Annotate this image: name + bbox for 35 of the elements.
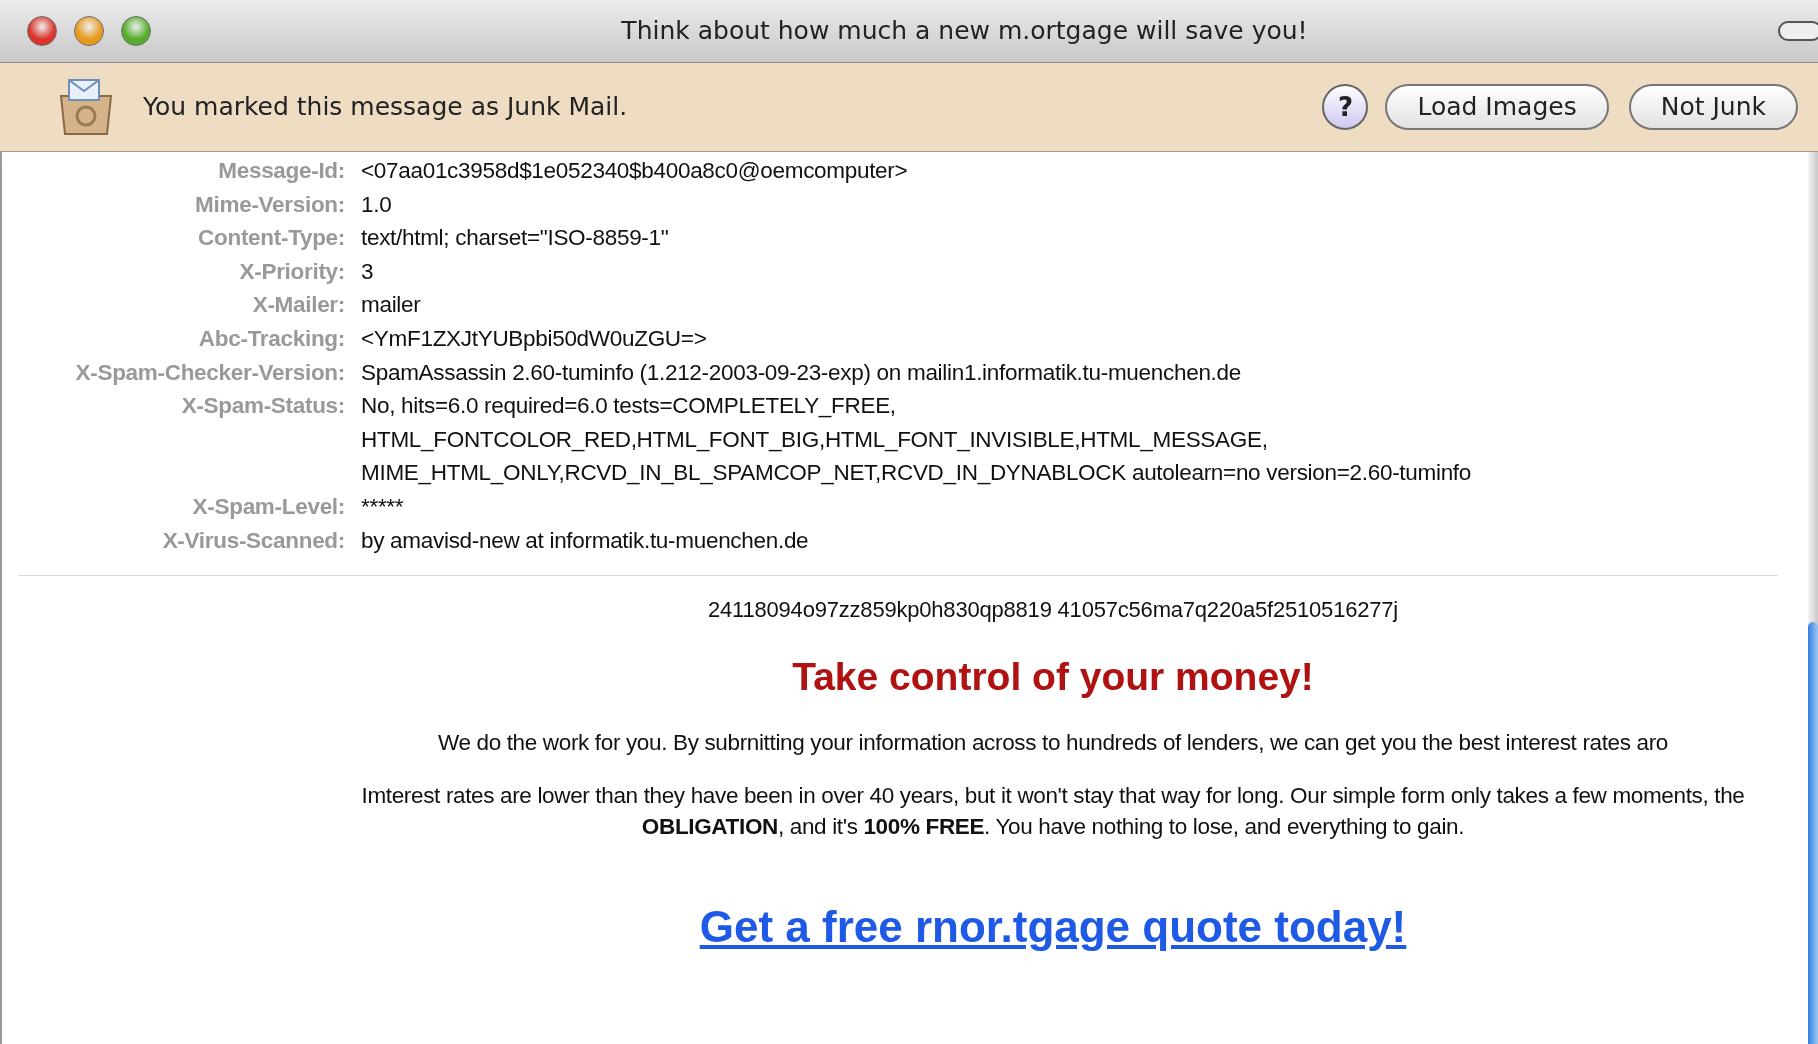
header-label: Message-Id: bbox=[217, 157, 346, 185]
help-button[interactable]: ? bbox=[1322, 84, 1369, 130]
header-value: 1.0 bbox=[361, 190, 392, 219]
header-label: Abc-Tracking: bbox=[197, 324, 346, 353]
header-value: SpamAssassin 2.60-tuminfo (1.212-2003-09-23-exp) on mailin1.informatik.tu-muenchen.de bbox=[361, 358, 1241, 387]
header-label: X-Spam-Status: bbox=[180, 392, 346, 421]
header-value: ***** bbox=[361, 492, 404, 521]
quote-link[interactable]: Get a free rnor.tgage quote today! bbox=[699, 893, 1407, 960]
header-value: No, hits=6.0 required=6.0 tests=COMPLETELY_FREE, HTML_FONTCOLOR_RED,HTML_FONT_BIG,HTML_FONT_INVISIBLE,HTML_MESSAGE, MIME_HTML_ONLY,RCVD_IN_BL_SPAMCOP_NET,RCVD_IN_DYNABLOCK autolearn=no version=2.60-tuminfo bbox=[361, 392, 1471, 488]
window-title: Think about how much a new m.ortgage will save you! bbox=[621, 15, 1308, 48]
load-images-button[interactable]: Load Images bbox=[1385, 84, 1609, 130]
scrollbar-thumb[interactable] bbox=[1808, 622, 1818, 1044]
header-value: 3 bbox=[361, 257, 374, 286]
zoom-button[interactable] bbox=[121, 16, 151, 46]
junk-message: You marked this message as Junk Mail. bbox=[143, 91, 629, 124]
header-value: by amavisd-new at informatik.tu-muenchen.de bbox=[361, 526, 809, 555]
header-label: Mime-Version: bbox=[194, 190, 346, 219]
headline: Take control of your money! bbox=[792, 654, 1314, 701]
body-paragraph: Imterest rates are lower than they have been in over 40 years, but it won't stay that way for long. Our simple form only takes a few moments, the OBLIGATION, and it's 100% FREE. You have nothing to lose, and everything to gain. bbox=[361, 781, 1745, 841]
toolbar-toggle-button[interactable] bbox=[1778, 21, 1818, 41]
close-button[interactable] bbox=[27, 16, 57, 46]
minimize-button[interactable] bbox=[74, 16, 104, 46]
header-value: mailer bbox=[361, 291, 421, 320]
header-label: X-Spam-Level: bbox=[191, 492, 346, 521]
body-paragraph: We do the work for you. By subrnitting your information across to hundreds of lenders, we can get you the best interest rates aro bbox=[437, 728, 1669, 757]
header-label: X-Spam-Checker-Version: bbox=[74, 358, 346, 387]
header-label: Content-Type: bbox=[197, 224, 346, 253]
tracking-code: 24118094o97zz859kp0h830qp8819 41057c56ma7q220a5f2510516277j bbox=[708, 596, 1398, 625]
header-value: <07aa01c3958d$1e052340$b400a8c0@oemcomputer> bbox=[361, 157, 908, 185]
header-value: <YmF1ZXJtYUBpbi50dW0uZGU=> bbox=[361, 324, 707, 353]
not-junk-button[interactable]: Not Junk bbox=[1628, 84, 1798, 130]
header-value: text/html; charset="ISO-8859-1" bbox=[361, 224, 669, 253]
header-label: X-Virus-Scanned: bbox=[161, 526, 346, 555]
header-label: X-Priority: bbox=[238, 257, 346, 286]
header-label: X-Mailer: bbox=[251, 291, 346, 320]
